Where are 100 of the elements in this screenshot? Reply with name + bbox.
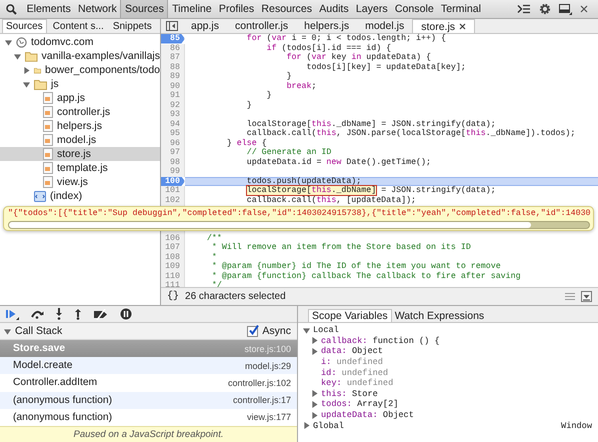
file-tree-label: view.js xyxy=(57,176,88,188)
disclosure-triangle-icon[interactable] xyxy=(303,422,310,430)
disclosure-triangle-icon[interactable] xyxy=(311,348,318,355)
close-icon[interactable] xyxy=(580,5,588,13)
panel-tab[interactable]: Layers xyxy=(352,0,392,18)
file-tree-label: store.js xyxy=(57,148,91,160)
async-label: Async xyxy=(262,325,291,337)
step-over-icon[interactable] xyxy=(30,309,44,319)
file-tab[interactable]: controller.js xyxy=(227,19,296,33)
panel-tab[interactable]: Profiles xyxy=(215,0,258,18)
folder-icon xyxy=(25,50,38,62)
file-tree-label: template.js xyxy=(57,162,108,174)
disclosure-triangle-icon[interactable] xyxy=(23,66,30,74)
search-icon[interactable] xyxy=(6,4,17,14)
call-frame[interactable]: Model.create model.js:29 xyxy=(0,357,297,374)
code-line: localStorage[this._dbName] = JSON.stringify(data); xyxy=(246,186,497,196)
panel-tab[interactable]: Sources xyxy=(120,0,168,18)
file-tree-item[interactable]: view.js xyxy=(0,175,160,189)
code-line: callback.call(this, [updateData]); xyxy=(246,196,418,205)
frame-name: Store.save xyxy=(13,343,66,354)
dock-icon[interactable] xyxy=(559,4,572,14)
disclosure-triangle-icon[interactable] xyxy=(5,38,12,46)
code-line: * Will remove an item from the Store based on its ID xyxy=(210,243,472,252)
panel-tab[interactable]: Console xyxy=(391,0,438,18)
panel-tab[interactable]: Timeline xyxy=(168,0,216,18)
frame-location: controller.js:102 xyxy=(228,378,291,388)
file-tree-item[interactable]: todomvc.com xyxy=(0,35,160,49)
dock-bottom-icon[interactable] xyxy=(581,291,592,302)
navigator-tab[interactable]: Snippets xyxy=(110,19,155,33)
code-line: * xyxy=(210,252,218,262)
file-tree-label: helpers.js xyxy=(57,120,102,132)
variable-entry: callback: function () { xyxy=(321,336,440,346)
code-line: localStorage[this._dbName] = JSON.stringify(data); xyxy=(246,120,496,128)
resume-icon[interactable] xyxy=(5,308,19,320)
navigator-tab[interactable]: Sources xyxy=(2,19,47,33)
frame-location: model.js:29 xyxy=(244,360,291,371)
navigator-tab[interactable]: Content s... xyxy=(50,19,107,33)
disclosure-triangle-icon[interactable] xyxy=(23,80,30,88)
file-tree-item[interactable]: js xyxy=(0,77,160,91)
async-checkbox[interactable] xyxy=(247,326,258,336)
call-frame[interactable]: (anonymous function) controller.js:17 xyxy=(0,392,297,409)
close-icon[interactable] xyxy=(459,23,466,30)
call-frame[interactable]: (anonymous function) view.js:177 xyxy=(0,408,297,426)
file-tree-item[interactable]: controller.js xyxy=(0,105,160,119)
file-tab[interactable]: store.js xyxy=(412,19,476,33)
script-file-icon xyxy=(43,106,53,118)
settings-icon[interactable] xyxy=(539,3,551,15)
file-tree-item[interactable]: bower_components/todo xyxy=(0,63,160,77)
disclosure-triangle-icon[interactable] xyxy=(14,52,21,60)
pretty-print-button[interactable]: {} xyxy=(167,291,180,302)
sidebar-toggle-icon[interactable] xyxy=(166,21,178,31)
code-line: break; xyxy=(286,82,318,91)
script-file-icon xyxy=(43,92,53,104)
file-tree-item[interactable]: (index) xyxy=(0,189,160,203)
variable-entry: this: Store xyxy=(321,388,378,399)
panel-tab[interactable]: Audits xyxy=(316,0,352,18)
frame-name: (anonymous function) xyxy=(13,412,112,423)
paused-banner: Paused on a JavaScript breakpoint. xyxy=(0,426,297,442)
panel-tab[interactable]: Elements xyxy=(23,0,74,18)
disclosure-triangle-icon[interactable] xyxy=(311,390,318,398)
variable-entry: data: Object xyxy=(321,346,383,356)
folder-icon xyxy=(34,78,47,90)
file-tree-item[interactable]: template.js xyxy=(0,161,160,175)
code-line: todos[i][key] = updateData[key]; xyxy=(305,62,467,72)
scope-value: Window xyxy=(561,420,592,431)
file-tree-item[interactable]: helpers.js xyxy=(0,119,160,133)
file-tree-label: js xyxy=(51,78,59,90)
sidebar-tab[interactable]: Scope Variables xyxy=(308,309,392,322)
disclosure-triangle-icon[interactable] xyxy=(311,337,318,344)
disclosure-triangle-icon[interactable] xyxy=(311,400,318,408)
panel-tab[interactable]: Resources xyxy=(258,0,316,18)
file-tree-item[interactable]: app.js xyxy=(0,91,160,105)
call-frame[interactable]: Controller.addItem controller.js:102 xyxy=(0,374,297,392)
code-line: // Generate an ID xyxy=(246,148,332,158)
disclosure-triangle-icon[interactable] xyxy=(303,326,310,334)
scrollbar[interactable] xyxy=(8,221,590,229)
panel-tab[interactable]: Network xyxy=(74,0,120,18)
deactivate-breakpoints-icon[interactable] xyxy=(93,308,109,320)
pause-icon[interactable] xyxy=(120,308,132,320)
code-line: for (var key in updateData) { xyxy=(286,53,432,62)
step-into-icon[interactable] xyxy=(55,308,63,320)
sidebar-tab[interactable]: Watch Expressions xyxy=(392,309,488,322)
file-tab[interactable]: helpers.js xyxy=(296,19,358,33)
file-tree-item[interactable]: store.js xyxy=(0,147,160,161)
file-tree-label: app.js xyxy=(57,92,86,104)
panel-tab[interactable]: Terminal xyxy=(437,0,485,18)
console-drawer-icon[interactable] xyxy=(517,4,531,14)
script-file-icon xyxy=(43,120,53,132)
file-tab[interactable]: model.js xyxy=(357,19,412,33)
frame-name: Model.create xyxy=(13,360,73,372)
file-tab[interactable]: app.js xyxy=(183,19,228,33)
file-tree-item[interactable]: model.js xyxy=(0,133,160,147)
step-out-icon[interactable] xyxy=(74,308,82,320)
disclosure-triangle-icon[interactable] xyxy=(311,412,318,419)
code-line: * @param {function} callback The callback to fire after saving xyxy=(210,272,522,281)
disclosure-triangle-icon[interactable] xyxy=(4,328,11,334)
frame-location: controller.js:17 xyxy=(232,395,291,406)
file-tree-item[interactable]: vanilla-examples/vanillajs xyxy=(0,49,160,63)
code-line: */ xyxy=(210,281,223,287)
file-tree-label: controller.js xyxy=(57,106,110,118)
